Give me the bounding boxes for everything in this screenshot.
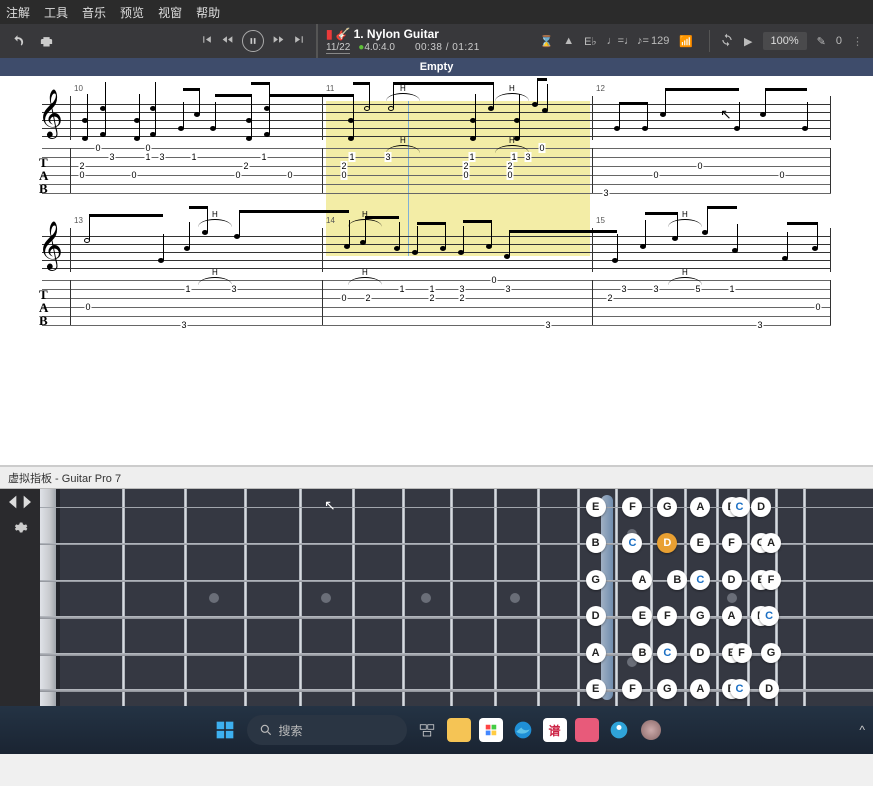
fret-note[interactable]: F: [622, 679, 642, 699]
edge-icon[interactable]: [511, 718, 535, 742]
timecode: 00:38 / 01:21: [415, 42, 480, 53]
mouse-cursor: ↖: [720, 106, 732, 123]
menubar: 注解 工具 音乐 预览 视窗 帮助: [0, 0, 873, 24]
mouse-cursor: ↖: [324, 497, 336, 514]
skip-end-icon[interactable]: [293, 33, 306, 49]
fretboard-side-controls: [0, 489, 40, 706]
windows-taskbar: 搜索 谱 ^: [0, 706, 873, 754]
fretboard-capo: [601, 495, 613, 700]
fret-note[interactable]: F: [732, 643, 752, 663]
fret-note[interactable]: A: [761, 533, 781, 553]
pen-value: 0: [836, 35, 842, 47]
fret-note[interactable]: G: [690, 606, 710, 626]
fret-note[interactable]: A: [586, 643, 606, 663]
fret-note[interactable]: G: [657, 679, 677, 699]
rewind-icon[interactable]: [221, 33, 234, 49]
bar-counter: 11/22: [326, 42, 350, 54]
fret-note[interactable]: A: [722, 606, 742, 626]
task-view-icon[interactable]: [415, 718, 439, 742]
fret-note[interactable]: E: [586, 679, 606, 699]
fret-note[interactable]: D: [759, 679, 779, 699]
fret-note[interactable]: A: [690, 679, 710, 699]
fret-note[interactable]: D: [751, 497, 771, 517]
skip-start-icon[interactable]: [200, 33, 213, 49]
fret-note[interactable]: F: [657, 606, 677, 626]
fret-note[interactable]: E: [690, 533, 710, 553]
forward-icon[interactable]: [272, 33, 285, 49]
track-title: 1. Nylon Guitar: [354, 28, 439, 41]
nav-arrows-icon[interactable]: [9, 495, 31, 512]
menu-help[interactable]: 帮助: [196, 4, 220, 21]
print-icon[interactable]: [39, 34, 54, 49]
zoom-level[interactable]: 100%: [763, 32, 807, 50]
fret-note[interactable]: B: [667, 570, 687, 590]
menu-preview[interactable]: 预览: [120, 4, 144, 21]
search-placeholder: 搜索: [279, 722, 303, 739]
taskbar-search[interactable]: 搜索: [247, 715, 407, 745]
fretboard-panel: ↖ EFGABCDBCDEFGAGABCDEFDEFGABCABCDEFGEFG…: [0, 488, 873, 706]
fret-note[interactable]: C: [690, 570, 710, 590]
fret-note[interactable]: D: [586, 606, 606, 626]
fretboard[interactable]: ↖ EFGABCDBCDEFGAGABCDEFDEFGABCABCDEFGEFG…: [40, 489, 873, 706]
options-icon[interactable]: ⋮: [852, 35, 863, 48]
fret-note[interactable]: G: [761, 643, 781, 663]
store-icon[interactable]: [479, 718, 503, 742]
fret-note[interactable]: G: [657, 497, 677, 517]
fret-note[interactable]: B: [586, 533, 606, 553]
system-tray[interactable]: ^: [859, 723, 865, 737]
fret-note[interactable]: E: [632, 606, 652, 626]
undo-icon[interactable]: [10, 34, 25, 49]
document-title-strip: Empty: [0, 58, 873, 76]
pause-button[interactable]: [242, 30, 264, 52]
fret-note[interactable]: A: [632, 570, 652, 590]
gear-icon[interactable]: [13, 520, 28, 538]
fret-note[interactable]: E: [586, 497, 606, 517]
hourglass-icon[interactable]: ⌛: [539, 35, 553, 48]
fretboard-nut: [40, 489, 56, 706]
metronome-icon[interactable]: ▲: [563, 35, 574, 47]
fret-note[interactable]: C: [622, 533, 642, 553]
fret-note[interactable]: D: [657, 533, 677, 553]
app-icon-1[interactable]: 谱: [543, 718, 567, 742]
fret-note[interactable]: B: [632, 643, 652, 663]
app-icon-3[interactable]: [607, 718, 631, 742]
fret-note[interactable]: D: [690, 643, 710, 663]
toolbar: ▮🎸1. Nylon Guitar 11/22 ●4.0:4.0 00:38 /…: [0, 24, 873, 58]
fret-note[interactable]: F: [622, 497, 642, 517]
speed-icon[interactable]: ▶: [744, 35, 752, 48]
fret-note[interactable]: C: [759, 606, 779, 626]
explorer-icon[interactable]: [447, 718, 471, 742]
key-display: E♭: [584, 35, 597, 48]
loop-icon[interactable]: [720, 33, 734, 50]
fret-note[interactable]: C: [730, 679, 750, 699]
tuner-icon[interactable]: 📶: [679, 35, 693, 48]
app-icon-4[interactable]: [639, 718, 663, 742]
app-icon-2[interactable]: [575, 718, 599, 742]
fret-note[interactable]: F: [761, 570, 781, 590]
menu-tools[interactable]: 工具: [44, 4, 68, 21]
pen-icon[interactable]: ✎: [817, 35, 826, 48]
transport-controls: ▮🎸1. Nylon Guitar 11/22 ●4.0:4.0 00:38 /…: [200, 24, 488, 58]
tempo-sig: 4.0:4.0: [364, 42, 395, 53]
score-area[interactable]: 𝄞101112HHTABHH03200310101201320120031203…: [0, 76, 873, 466]
fret-note[interactable]: C: [730, 497, 750, 517]
fretboard-panel-title: 虚拟指板 - Guitar Pro 7: [0, 466, 873, 488]
fret-note[interactable]: F: [722, 533, 742, 553]
menu-view[interactable]: 视窗: [158, 4, 182, 21]
fret-note[interactable]: D: [722, 570, 742, 590]
start-button[interactable]: [211, 716, 239, 744]
bpm-value: 129: [651, 35, 669, 47]
fret-note[interactable]: G: [586, 570, 606, 590]
menu-music[interactable]: 音乐: [82, 4, 106, 21]
menu-annotate[interactable]: 注解: [6, 4, 30, 21]
fret-note[interactable]: A: [690, 497, 710, 517]
fret-note[interactable]: C: [657, 643, 677, 663]
